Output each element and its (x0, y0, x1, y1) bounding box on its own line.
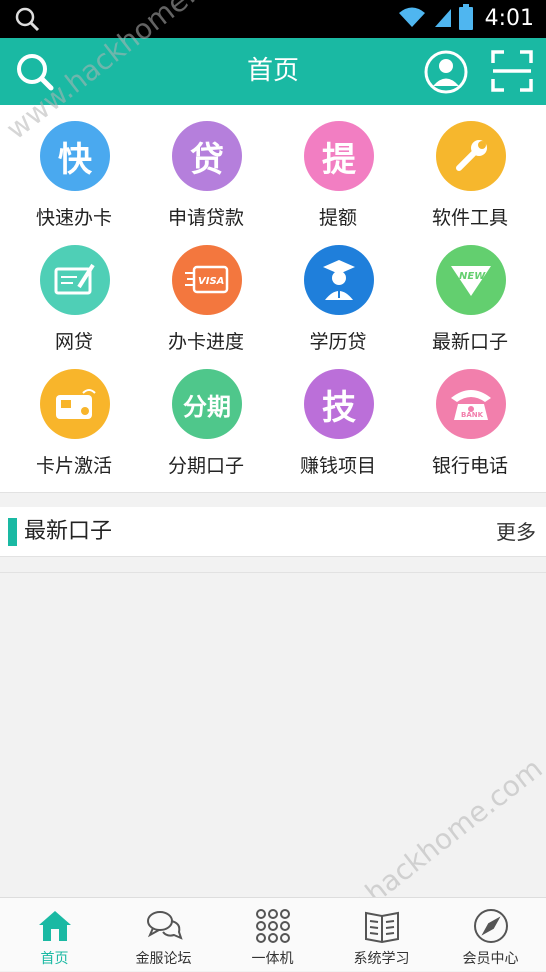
check-pen-icon (40, 245, 110, 315)
graduate-icon (304, 245, 374, 315)
feature-grid: 快快速办卡 贷申请贷款 提提额 软件工具 网贷 VISA 办卡进度 学历贷 NE… (0, 105, 546, 493)
battery-icon (458, 4, 473, 34)
tab-home[interactable]: 首页 (0, 898, 109, 972)
grid-item-education-loan[interactable]: 学历贷 (272, 231, 404, 355)
signal-icon (433, 5, 453, 33)
installment-icon: 分期 (172, 369, 242, 439)
grid-item-apply-loan[interactable]: 贷申请贷款 (140, 107, 272, 231)
section-title: 最新口子 (24, 519, 113, 544)
fast-card-icon: 快 (40, 121, 110, 191)
chat-icon (145, 907, 183, 945)
divider (0, 572, 546, 573)
grid-item-software-tools[interactable]: 软件工具 (404, 107, 536, 231)
tab-all-in-one[interactable]: 一体机 (218, 898, 327, 972)
search-icon (14, 6, 40, 36)
grid-item-limit-raise[interactable]: 提提额 (272, 107, 404, 231)
tab-forum[interactable]: 金服论坛 (109, 898, 218, 972)
svg-text:NEW: NEW (459, 271, 486, 282)
loan-icon: 贷 (172, 121, 242, 191)
clock-time: 4:01 (484, 6, 534, 31)
more-link[interactable]: 更多 (496, 507, 536, 557)
tab-system-study[interactable]: 系统学习 (327, 898, 436, 972)
bottom-tab-bar: 首页 金服论坛 一体机 系统学习 会员中心 (0, 897, 546, 971)
new-badge-icon: NEW (436, 245, 506, 315)
tab-member-center[interactable]: 会员中心 (436, 898, 545, 972)
book-icon (363, 907, 401, 945)
grid-item-latest-deals[interactable]: NEW 最新口子 (404, 231, 536, 355)
wrench-icon (436, 121, 506, 191)
svg-text:BANK: BANK (461, 411, 484, 419)
user-profile-icon[interactable] (423, 49, 469, 95)
grid-item-card-progress[interactable]: VISA 办卡进度 (140, 231, 272, 355)
section-accent-bar (8, 518, 17, 546)
limit-raise-icon: 提 (304, 121, 374, 191)
visa-card-icon: VISA (172, 245, 242, 315)
grid-item-bank-phone[interactable]: BANK 银行电话 (404, 355, 536, 479)
scan-icon[interactable] (491, 50, 533, 92)
latest-deals-section-header: 最新口子 更多 (0, 507, 546, 557)
bank-phone-icon: BANK (436, 369, 506, 439)
status-bar: 4:01 (0, 0, 546, 38)
svg-text:VISA: VISA (198, 276, 224, 287)
card-activate-icon (40, 369, 110, 439)
earn-project-icon: 技 (304, 369, 374, 439)
grid-item-online-loan[interactable]: 网贷 (8, 231, 140, 355)
wifi-icon (397, 5, 427, 33)
compass-icon (472, 907, 510, 945)
grid-item-earn-money[interactable]: 技赚钱项目 (272, 355, 404, 479)
dots-grid-icon (254, 907, 292, 945)
home-icon (36, 907, 74, 945)
grid-item-installment[interactable]: 分期 分期口子 (140, 355, 272, 479)
grid-item-card-activation[interactable]: 卡片激活 (8, 355, 140, 479)
